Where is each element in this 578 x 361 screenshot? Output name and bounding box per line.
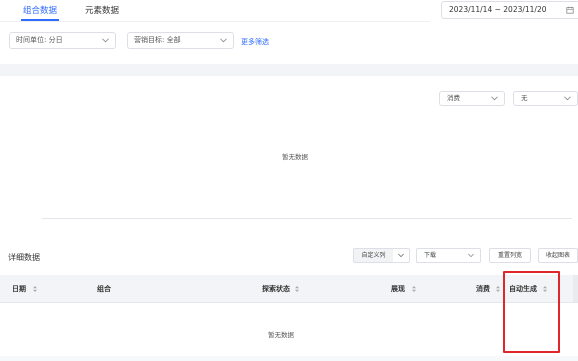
horizontal-scroll-edge[interactable] xyxy=(573,275,578,303)
calendar-icon xyxy=(566,6,574,14)
custom-columns-label: 自定义列 xyxy=(361,252,386,259)
download-label: 下载 xyxy=(424,252,437,259)
chevron-down-icon xyxy=(468,253,474,258)
download-select[interactable]: 下载 xyxy=(416,248,481,263)
chart-metric-select[interactable]: 消费 xyxy=(439,91,505,106)
table-header: 日期 组合 探索状态 展现 消费 自动生成 xyxy=(0,275,578,302)
table-empty-text: 暂无数据 xyxy=(268,331,294,339)
reset-column-width-label: 重置列宽 xyxy=(497,252,522,259)
section-separator xyxy=(0,64,578,76)
chevron-down-icon xyxy=(102,38,109,43)
sort-icon[interactable] xyxy=(295,286,299,292)
tab-divider xyxy=(0,21,430,22)
date-range-picker[interactable]: 2023/11/14 ~ 2023/11/20 xyxy=(441,1,578,19)
tab-element-data[interactable]: 元素数据 xyxy=(85,4,119,16)
chart-baseline xyxy=(42,218,572,219)
report-page: 组合数据 元素数据 2023/11/14 ~ 2023/11/20 时间单位: … xyxy=(0,0,578,361)
column-header-impressions[interactable]: 展现 xyxy=(391,284,405,294)
time-unit-value: 时间单位: 分日 xyxy=(16,36,63,44)
tab-combination-data[interactable]: 组合数据 xyxy=(23,4,57,16)
highlight-annotation-box xyxy=(503,271,560,353)
sort-icon[interactable] xyxy=(496,286,500,292)
table-divider xyxy=(0,302,578,303)
chart-empty-text: 暂无数据 xyxy=(282,153,308,161)
chevron-down-icon xyxy=(398,253,404,258)
column-header-explore-status[interactable]: 探索状态 xyxy=(262,284,290,294)
marketing-goal-value: 营销目标: 全部 xyxy=(134,36,181,44)
chevron-down-icon xyxy=(220,38,227,43)
more-filter-link[interactable]: 更多筛选 xyxy=(241,37,269,47)
time-unit-select[interactable]: 时间单位: 分日 xyxy=(9,32,116,49)
custom-columns-dropdown[interactable] xyxy=(393,248,410,263)
chart-metric-value: 消费 xyxy=(447,94,460,102)
sort-icon[interactable] xyxy=(412,286,416,292)
collapse-chart-label: 收起图表 xyxy=(545,252,570,259)
column-header-cost[interactable]: 消费 xyxy=(476,284,490,294)
chevron-down-icon xyxy=(564,96,571,101)
details-title: 详细数据 xyxy=(8,253,40,262)
date-range-value: 2023/11/14 ~ 2023/11/20 xyxy=(449,5,547,14)
chart-compare-value: 无 xyxy=(521,94,528,102)
page-bottom-edge xyxy=(0,356,578,361)
marketing-goal-select[interactable]: 营销目标: 全部 xyxy=(127,32,234,49)
chevron-down-icon xyxy=(491,96,498,101)
sort-icon[interactable] xyxy=(33,286,37,292)
column-header-combination: 组合 xyxy=(97,285,111,293)
collapse-chart-button[interactable]: 收起图表 xyxy=(538,248,578,263)
chart-compare-select[interactable]: 无 xyxy=(513,91,578,106)
reset-column-width-button[interactable]: 重置列宽 xyxy=(489,248,531,263)
column-header-date[interactable]: 日期 xyxy=(12,284,26,294)
custom-columns-button[interactable]: 自定义列 xyxy=(353,248,394,263)
